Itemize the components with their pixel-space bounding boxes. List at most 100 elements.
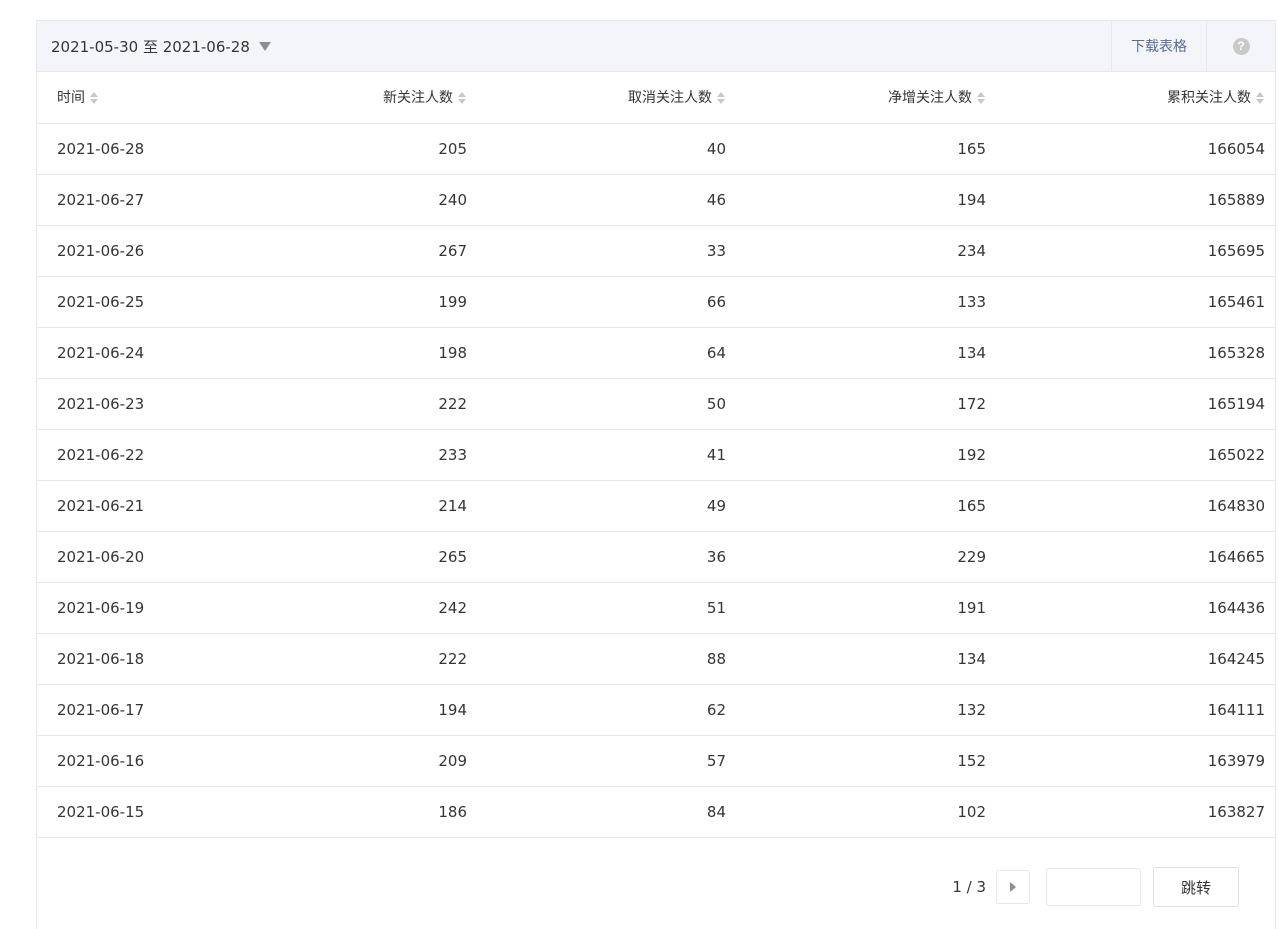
- table-cell: 165: [726, 480, 986, 532]
- table-cell: 2021-06-27: [37, 174, 217, 226]
- table-cell: 164111: [986, 684, 1275, 736]
- table-cell: 2021-06-18: [37, 633, 217, 685]
- table-row: 2021-06-28 205 40 165 166054: [37, 123, 1275, 175]
- table-cell: 164830: [986, 480, 1275, 532]
- table-cell: 134: [726, 633, 986, 685]
- table-cell: 2021-06-17: [37, 684, 217, 736]
- table-cell: 57: [467, 735, 726, 787]
- column-header-label: 取消关注人数: [628, 90, 712, 107]
- caret-down-icon: [258, 42, 271, 51]
- sort-icon: [90, 92, 99, 105]
- table-cell: 66: [467, 276, 726, 328]
- download-table-label: 下载表格: [1131, 39, 1187, 55]
- table-cell: 194: [217, 684, 467, 736]
- table-cell: 209: [217, 735, 467, 787]
- table-row: 2021-06-17 194 62 132 164111: [37, 684, 1275, 736]
- table-cell: 214: [217, 480, 467, 532]
- table-cell: 64: [467, 327, 726, 379]
- table-row: 2021-06-24 198 64 134 165328: [37, 327, 1275, 379]
- table-cell: 134: [726, 327, 986, 379]
- stats-table: 时间 新关注人数 取消关注人数 净增关注人数 累积关注人数 2021-06-28…: [37, 72, 1275, 838]
- table-cell: 192: [726, 429, 986, 481]
- next-page-button[interactable]: [996, 870, 1030, 904]
- table-header-row: 时间 新关注人数 取消关注人数 净增关注人数 累积关注人数: [37, 72, 1275, 124]
- table-cell: 165: [726, 123, 986, 175]
- table-cell: 152: [726, 735, 986, 787]
- sort-icon: [458, 92, 467, 105]
- jump-button[interactable]: 跳转: [1153, 867, 1239, 907]
- table-row: 2021-06-15 186 84 102 163827: [37, 786, 1275, 838]
- table-cell: 46: [467, 174, 726, 226]
- column-header-time[interactable]: 时间: [37, 72, 217, 124]
- table-cell: 2021-06-24: [37, 327, 217, 379]
- table-cell: 62: [467, 684, 726, 736]
- column-header-label: 累积关注人数: [1167, 90, 1251, 107]
- table-row: 2021-06-18 222 88 134 164245: [37, 633, 1275, 685]
- table-cell: 2021-06-16: [37, 735, 217, 787]
- table-cell: 194: [726, 174, 986, 226]
- table-cell: 88: [467, 633, 726, 685]
- table-cell: 242: [217, 582, 467, 634]
- table-body: 2021-06-28 205 40 165 166054 2021-06-27 240 46 1…: [37, 123, 1275, 838]
- table-cell: 164436: [986, 582, 1275, 634]
- help-icon: ?: [1232, 37, 1250, 55]
- table-cell: 165022: [986, 429, 1275, 481]
- table-cell: 2021-06-26: [37, 225, 217, 277]
- table-cell: 133: [726, 276, 986, 328]
- column-header-net-growth[interactable]: 净增关注人数: [726, 72, 986, 124]
- table-cell: 229: [726, 531, 986, 583]
- column-header-label: 净增关注人数: [888, 90, 972, 107]
- table-cell: 186: [217, 786, 467, 838]
- table-cell: 233: [217, 429, 467, 481]
- jump-button-label: 跳转: [1180, 878, 1211, 897]
- table-cell: 205: [217, 123, 467, 175]
- table-row: 2021-06-16 209 57 152 163979: [37, 735, 1275, 787]
- sort-icon: [717, 92, 726, 105]
- table-row: 2021-06-26 267 33 234 165695: [37, 225, 1275, 277]
- table-cell: 165461: [986, 276, 1275, 328]
- table-row: 2021-06-22 233 41 192 165022: [37, 429, 1275, 481]
- table-cell: 191: [726, 582, 986, 634]
- page-jump-input[interactable]: [1046, 868, 1141, 906]
- table-row: 2021-06-27 240 46 194 165889: [37, 174, 1275, 226]
- date-range-selector[interactable]: 2021-05-30 至 2021-06-28: [37, 36, 271, 57]
- table-cell: 165889: [986, 174, 1275, 226]
- data-table-panel: 2021-05-30 至 2021-06-28 下载表格 ? 时间 新关注人数 …: [36, 20, 1276, 929]
- table-cell: 132: [726, 684, 986, 736]
- column-header-cumulative[interactable]: 累积关注人数: [986, 72, 1275, 124]
- download-table-button[interactable]: 下载表格: [1111, 21, 1207, 71]
- table-cell: 222: [217, 378, 467, 430]
- table-cell: 172: [726, 378, 986, 430]
- column-header-label: 新关注人数: [383, 90, 453, 107]
- table-cell: 234: [726, 225, 986, 277]
- table-row: 2021-06-25 199 66 133 165461: [37, 276, 1275, 328]
- table-cell: 50: [467, 378, 726, 430]
- table-cell: 2021-06-21: [37, 480, 217, 532]
- date-range-label: 2021-05-30 至 2021-06-28: [51, 37, 250, 56]
- help-button[interactable]: ?: [1207, 21, 1275, 71]
- table-cell: 164245: [986, 633, 1275, 685]
- column-header-unfollows[interactable]: 取消关注人数: [467, 72, 726, 124]
- table-toolbar: 2021-05-30 至 2021-06-28 下载表格 ?: [37, 21, 1275, 72]
- table-cell: 163979: [986, 735, 1275, 787]
- sort-icon: [1256, 92, 1265, 105]
- table-cell: 49: [467, 480, 726, 532]
- table-cell: 163827: [986, 786, 1275, 838]
- table-cell: 222: [217, 633, 467, 685]
- page-indicator: 1 / 3: [952, 878, 986, 896]
- table-cell: 2021-06-19: [37, 582, 217, 634]
- table-cell: 166054: [986, 123, 1275, 175]
- table-cell: 2021-06-15: [37, 786, 217, 838]
- table-cell: 164665: [986, 531, 1275, 583]
- sort-icon: [977, 92, 986, 105]
- table-cell: 265: [217, 531, 467, 583]
- toolbar-actions: 下载表格 ?: [1111, 21, 1275, 71]
- column-header-new-followers[interactable]: 新关注人数: [217, 72, 467, 124]
- table-cell: 2021-06-28: [37, 123, 217, 175]
- table-cell: 40: [467, 123, 726, 175]
- table-cell: 33: [467, 225, 726, 277]
- chevron-right-icon: [1010, 882, 1016, 892]
- table-row: 2021-06-19 242 51 191 164436: [37, 582, 1275, 634]
- table-cell: 165695: [986, 225, 1275, 277]
- table-cell: 2021-06-22: [37, 429, 217, 481]
